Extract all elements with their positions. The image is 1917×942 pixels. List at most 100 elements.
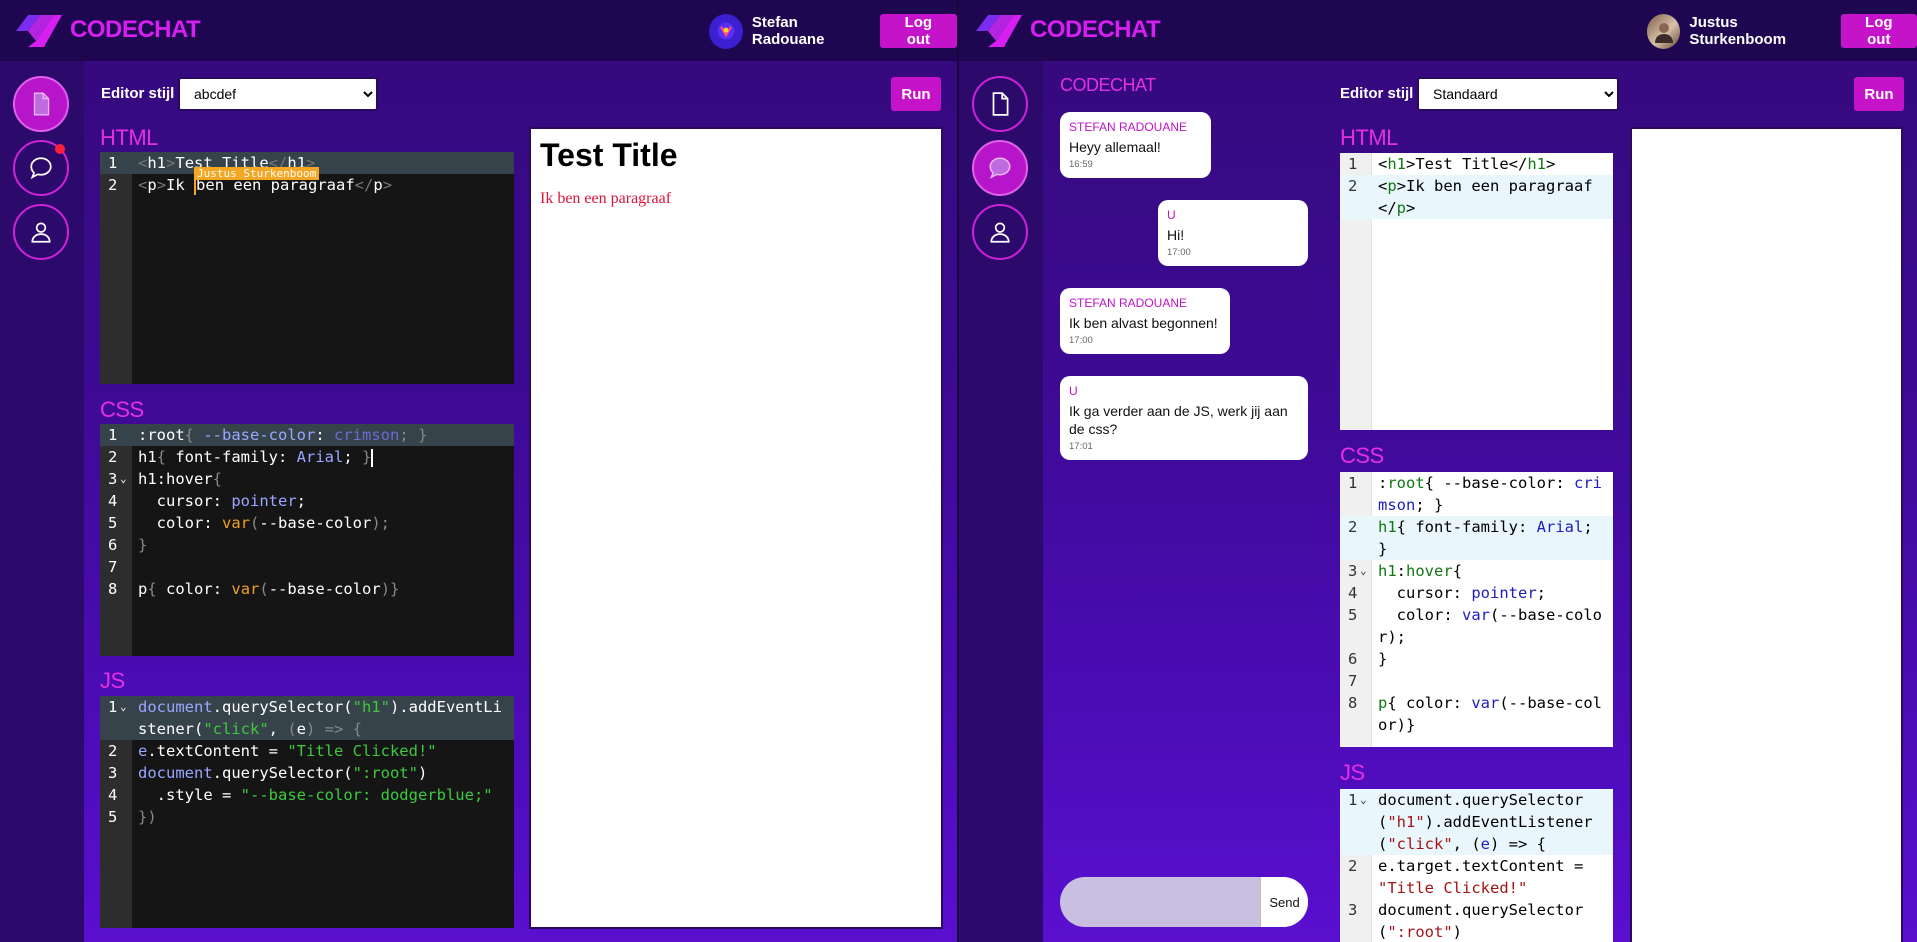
message-text: Ik ga verder aan de JS, werk jij aan de … bbox=[1069, 403, 1288, 437]
code-line[interactable]: 3 ⌄ h1:hover{ bbox=[1340, 560, 1613, 582]
line-number: 1 ⌄ bbox=[108, 696, 127, 718]
code-line[interactable]: 7 bbox=[1340, 670, 1613, 692]
fold-chevron-icon[interactable]: ⌄ bbox=[1360, 560, 1367, 582]
code-line[interactable]: 1 ⌄ document.querySelector("h1").addEventL… bbox=[100, 696, 514, 740]
code-token: color bbox=[166, 580, 213, 598]
code-line[interactable]: 2 h1{ font-family: Arial; } bbox=[1340, 516, 1613, 560]
logout-button[interactable]: Log out bbox=[879, 14, 957, 48]
code-line[interactable]: 3 ⌄ h1:hover{ bbox=[100, 468, 514, 490]
code-token: h1 bbox=[1387, 155, 1407, 173]
line-number: 1 bbox=[108, 154, 118, 172]
nav-chat-button[interactable] bbox=[13, 140, 69, 196]
username: Justus Sturkenboom bbox=[1689, 14, 1787, 48]
code-token: { --base-color: bbox=[1424, 474, 1574, 492]
css-editor[interactable]: 1:root{ --base-color: crimson; } 2 h1{ fon… bbox=[1340, 472, 1613, 747]
code-line[interactable]: 5}) bbox=[100, 806, 514, 828]
html-editor[interactable]: 1 <h1>Test Title</h1> 2 <p>Ik ben een parag… bbox=[1340, 153, 1613, 430]
code-line[interactable]: 5 color: var(--base-color); bbox=[1340, 604, 1613, 648]
codechat-logo[interactable]: CODECHAT bbox=[974, 10, 1161, 50]
user-menu: Justus Sturkenboom Log out bbox=[1647, 13, 1917, 49]
line-number: 4 bbox=[108, 786, 118, 804]
nav-editor-button[interactable] bbox=[13, 76, 69, 132]
fold-chevron-icon[interactable]: ⌄ bbox=[1360, 789, 1367, 811]
code-line[interactable]: 5 color: var(--base-color); bbox=[100, 512, 514, 534]
avatar[interactable] bbox=[709, 13, 743, 49]
code-line[interactable]: 4 .style = "--base-color: dodgerblue;" bbox=[100, 784, 514, 806]
code-token: > bbox=[382, 176, 393, 194]
notification-dot bbox=[55, 144, 65, 154]
app-window-left: CODECHAT Stefan Radouane Log out Editor … bbox=[0, 0, 957, 942]
code-line[interactable]: 2 e.textContent = "Title Clicked!" bbox=[100, 740, 514, 762]
editor-lines: 1 <h1>Test Title</h1> 2 <p>Ik ben een parag… bbox=[1340, 153, 1613, 219]
fold-chevron-icon[interactable]: ⌄ bbox=[120, 696, 127, 718]
code-token: color bbox=[138, 514, 204, 532]
code-line[interactable]: 3 document.querySelector(":root") bbox=[1340, 899, 1613, 942]
user-menu: Stefan Radouane Log out bbox=[709, 13, 957, 49]
code-token: document bbox=[138, 764, 213, 782]
code-line[interactable]: 2 e.target.textContent = "Title Clicked!" bbox=[1340, 855, 1613, 899]
editor-lines: 1 ⌄ document.querySelector("h1").addEventL… bbox=[100, 696, 514, 828]
avatar[interactable] bbox=[1647, 13, 1681, 49]
code-token: --base-color bbox=[268, 580, 381, 598]
html-editor[interactable]: 1 <h1>Test Title</h1> 2 <p>Ik ben een parag… bbox=[100, 152, 514, 384]
code-token: .style = bbox=[138, 786, 241, 804]
code-line[interactable]: 8 p{ color: var(--base-color)} bbox=[1340, 692, 1613, 736]
code-line[interactable]: 4 cursor: pointer; bbox=[1340, 582, 1613, 604]
preview-title[interactable]: Test Title bbox=[540, 137, 932, 174]
code-line[interactable]: 1 ⌄ document.querySelector("h1").addEventL… bbox=[1340, 789, 1613, 855]
code-token: e bbox=[1480, 835, 1491, 853]
username: Stefan Radouane bbox=[751, 14, 825, 48]
code-line[interactable]: 3 document.querySelector(":root") bbox=[100, 762, 514, 784]
code-token: > bbox=[156, 176, 167, 194]
code-token: .textContent = bbox=[147, 742, 288, 760]
code-token: ; bbox=[1536, 584, 1546, 602]
code-text: color: var(--base-color); bbox=[132, 512, 514, 534]
chat-message: Stefan Radouane Heyy allemaal! 16:59 bbox=[1060, 112, 1211, 178]
send-button[interactable]: Send bbox=[1260, 877, 1308, 927]
editor-style-select[interactable]: abcdef bbox=[178, 77, 378, 111]
nav-chat-button[interactable] bbox=[972, 140, 1028, 196]
code-token: h1:hover bbox=[138, 470, 213, 488]
code-line[interactable]: 4 cursor: pointer; bbox=[100, 490, 514, 512]
fold-chevron-icon[interactable]: ⌄ bbox=[120, 468, 127, 490]
code-line[interactable]: 8 p{ color: var(--base-color)} bbox=[100, 578, 514, 600]
code-token: : bbox=[315, 426, 334, 444]
preview-pane[interactable] bbox=[1630, 127, 1903, 942]
line-number: 7 bbox=[108, 558, 118, 576]
run-button[interactable]: Run bbox=[891, 77, 941, 111]
code-line[interactable]: 2 h1{ font-family: Arial; } bbox=[100, 446, 514, 468]
code-token: .querySelector( bbox=[212, 698, 353, 716]
top-bar: CODECHAT Stefan Radouane Log out bbox=[0, 0, 957, 61]
run-button[interactable]: Run bbox=[1854, 77, 1904, 111]
code-text: p{ color: var(--base-color)} bbox=[132, 578, 514, 600]
message-text: Ik ben alvast begonnen! bbox=[1069, 315, 1218, 331]
code-token: { bbox=[352, 720, 363, 738]
js-editor[interactable]: 1 ⌄ document.querySelector("h1").addEventL… bbox=[100, 696, 514, 928]
line-number: 1 bbox=[1348, 474, 1358, 492]
css-section-title: CSS bbox=[1340, 443, 1384, 468]
nav-editor-button[interactable] bbox=[972, 76, 1028, 132]
preview-pane[interactable]: Test Title Ik ben een paragraaf bbox=[529, 127, 943, 929]
code-line[interactable]: 1:root{ --base-color: crimson; } bbox=[100, 424, 514, 446]
code-line[interactable]: 7 bbox=[100, 556, 514, 578]
code-line[interactable]: 6} bbox=[1340, 648, 1613, 670]
nav-profile-button[interactable] bbox=[972, 204, 1028, 260]
code-line[interactable]: 1 <h1>Test Title</h1> bbox=[1340, 153, 1613, 175]
logout-button[interactable]: Log out bbox=[1840, 14, 1917, 48]
code-token: ; } bbox=[399, 426, 428, 444]
code-token: var bbox=[222, 514, 251, 532]
code-line[interactable]: 6} bbox=[100, 534, 514, 556]
editor-style-select[interactable]: Standaard bbox=[1417, 77, 1619, 111]
chat-input[interactable]: Send bbox=[1060, 877, 1308, 927]
code-token: --base-color bbox=[259, 514, 372, 532]
js-editor[interactable]: 1 ⌄ document.querySelector("h1").addEventL… bbox=[1340, 789, 1613, 942]
css-editor[interactable]: 1:root{ --base-color: crimson; } 2 h1{ fon… bbox=[100, 424, 514, 656]
codechat-logo[interactable]: CODECHAT bbox=[14, 10, 201, 50]
code-line[interactable]: 1:root{ --base-color: crimson; } bbox=[1340, 472, 1613, 516]
nav-profile-button[interactable] bbox=[13, 204, 69, 260]
code-token: Arial bbox=[296, 448, 344, 466]
user-icon bbox=[990, 222, 1010, 243]
code-line[interactable]: 2 <p>Ik ben een paragraaf</p> bbox=[1340, 175, 1613, 219]
code-token: hover bbox=[1406, 562, 1453, 580]
code-text: color: var(--base-color); bbox=[1372, 604, 1613, 648]
